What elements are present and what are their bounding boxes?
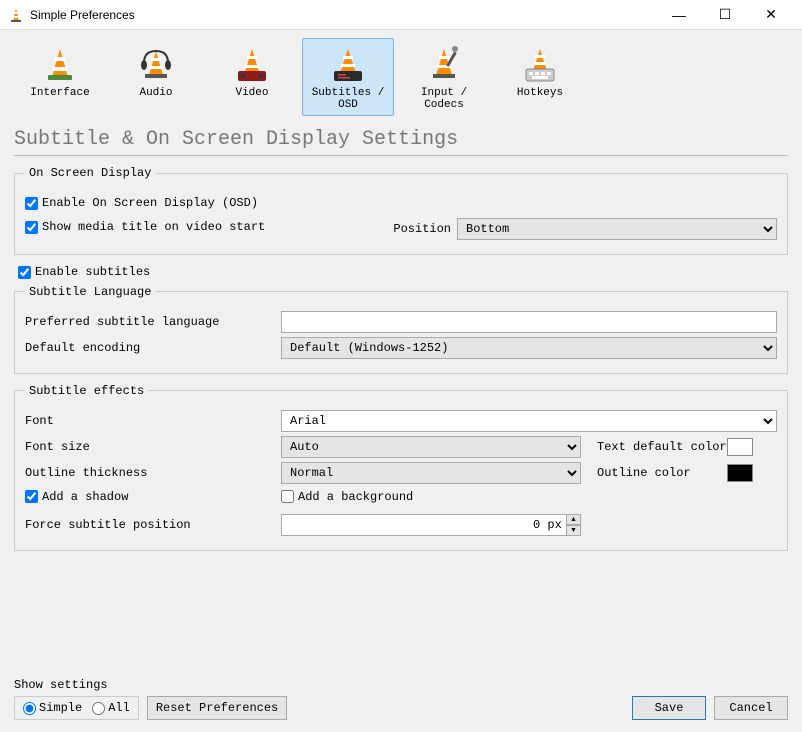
pref-lang-input[interactable] — [281, 311, 777, 333]
enable-subtitles-input[interactable] — [18, 266, 31, 279]
background-checkbox[interactable]: Add a background — [281, 490, 413, 504]
background-input[interactable] — [281, 490, 294, 503]
radio-simple[interactable]: Simple — [23, 701, 82, 715]
cancel-button[interactable]: Cancel — [714, 696, 788, 720]
tab-label: Input / Codecs — [401, 87, 487, 111]
encoding-label: Default encoding — [25, 341, 281, 355]
tab-label: Interface — [17, 87, 103, 99]
minimize-button[interactable]: — — [656, 0, 702, 30]
text-color-label: Text default color — [597, 440, 727, 454]
radio-all-label: All — [108, 701, 130, 715]
osd-fieldset: On Screen Display Enable On Screen Displ… — [14, 166, 788, 255]
shadow-input[interactable] — [25, 490, 38, 503]
tab-audio[interactable]: Audio — [110, 38, 202, 116]
subtitle-cone-icon — [305, 45, 391, 85]
position-label: Position — [391, 222, 451, 236]
text-color-swatch[interactable] — [727, 438, 753, 456]
tab-input-codecs[interactable]: Input / Codecs — [398, 38, 490, 116]
background-label: Add a background — [298, 490, 413, 504]
font-label: Font — [25, 414, 281, 428]
reset-preferences-button[interactable]: Reset Preferences — [147, 696, 287, 720]
spin-down-button[interactable]: ▼ — [566, 525, 581, 536]
enable-osd-checkbox[interactable]: Enable On Screen Display (OSD) — [25, 196, 258, 210]
enable-subtitles-checkbox[interactable]: Enable subtitles — [18, 265, 150, 279]
enable-osd-label: Enable On Screen Display (OSD) — [42, 196, 258, 210]
subtitle-effects-fieldset: Subtitle effects Font Arial Font size Au… — [14, 384, 788, 551]
tab-label: Hotkeys — [497, 87, 583, 99]
tab-video[interactable]: Video — [206, 38, 298, 116]
shadow-checkbox[interactable]: Add a shadow — [25, 490, 128, 504]
shadow-label: Add a shadow — [42, 490, 128, 504]
window-title: Simple Preferences — [30, 8, 656, 22]
title-separator — [14, 155, 788, 156]
font-size-select[interactable]: Auto — [281, 436, 581, 458]
outline-color-label: Outline color — [597, 466, 727, 480]
headphones-cone-icon — [113, 45, 199, 85]
tab-hotkeys[interactable]: Hotkeys — [494, 38, 586, 116]
enable-osd-input[interactable] — [25, 197, 38, 210]
outline-thickness-select[interactable]: Normal — [281, 462, 581, 484]
vlc-app-icon — [8, 7, 24, 23]
show-title-checkbox[interactable]: Show media title on video start — [25, 220, 265, 234]
radio-all[interactable]: All — [92, 701, 130, 715]
outline-color-swatch[interactable] — [727, 464, 753, 482]
save-button[interactable]: Save — [632, 696, 706, 720]
force-pos-spinner[interactable]: ▲ ▼ — [281, 514, 581, 536]
encoding-select[interactable]: Default (Windows-1252) — [281, 337, 777, 359]
tab-label: Subtitles / OSD — [305, 87, 391, 111]
tab-label: Audio — [113, 87, 199, 99]
cone-icon — [17, 45, 103, 85]
force-pos-label: Force subtitle position — [25, 518, 281, 532]
spin-up-button[interactable]: ▲ — [566, 514, 581, 525]
film-cone-icon — [209, 45, 295, 85]
keyboard-cone-icon — [497, 45, 583, 85]
enable-subtitles-label: Enable subtitles — [35, 265, 150, 279]
tab-label: Video — [209, 87, 295, 99]
close-button[interactable]: ✕ — [748, 0, 794, 30]
subtitle-language-fieldset: Subtitle Language Preferred subtitle lan… — [14, 285, 788, 374]
subtitle-effects-legend: Subtitle effects — [25, 384, 148, 398]
tab-interface[interactable]: Interface — [14, 38, 106, 116]
force-pos-input[interactable] — [281, 514, 566, 536]
font-select[interactable]: Arial — [281, 410, 777, 432]
radio-simple-label: Simple — [39, 701, 82, 715]
page-title: Subtitle & On Screen Display Settings — [14, 128, 788, 151]
show-title-label: Show media title on video start — [42, 220, 265, 234]
radio-simple-input[interactable] — [23, 702, 36, 715]
show-settings-radios: Simple All — [14, 696, 139, 720]
font-size-label: Font size — [25, 440, 281, 454]
category-tabs: Interface Audio Video Subtitles / OSD In… — [14, 38, 788, 116]
footer: Show settings Simple All Reset Preferenc… — [14, 678, 788, 720]
maximize-button[interactable]: ☐ — [702, 0, 748, 30]
radio-all-input[interactable] — [92, 702, 105, 715]
tools-cone-icon — [401, 45, 487, 85]
subtitle-language-legend: Subtitle Language — [25, 285, 155, 299]
pref-lang-label: Preferred subtitle language — [25, 315, 281, 329]
show-title-input[interactable] — [25, 221, 38, 234]
position-select[interactable]: Bottom — [457, 218, 777, 240]
outline-thickness-label: Outline thickness — [25, 466, 281, 480]
titlebar: Simple Preferences — ☐ ✕ — [0, 0, 802, 30]
tab-subtitles[interactable]: Subtitles / OSD — [302, 38, 394, 116]
osd-legend: On Screen Display — [25, 166, 155, 180]
show-settings-label: Show settings — [14, 678, 139, 692]
